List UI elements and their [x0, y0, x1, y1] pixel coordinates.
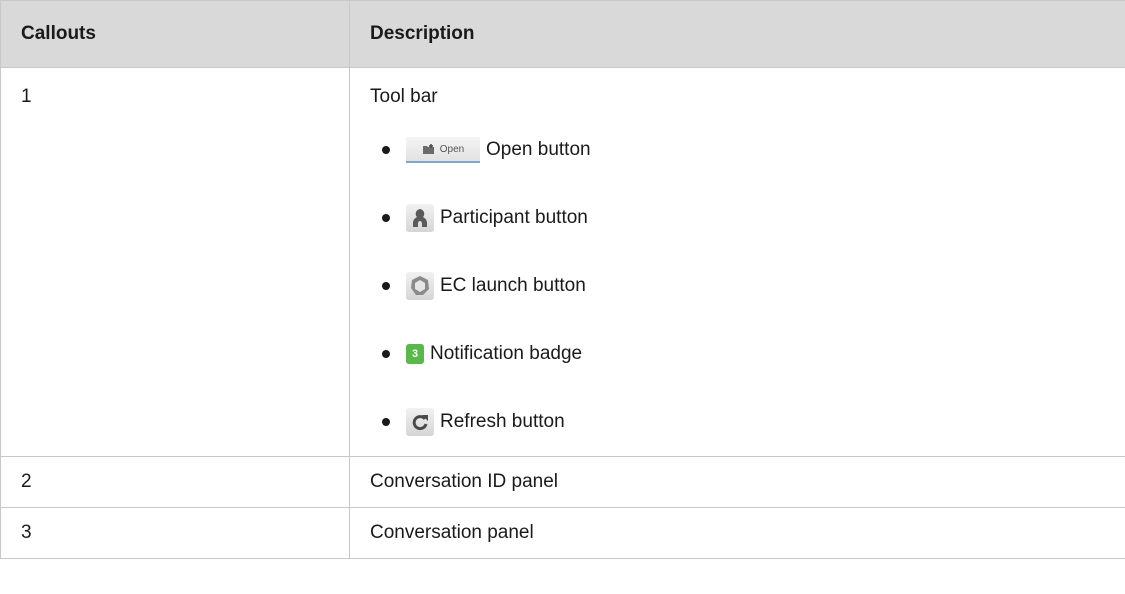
column-header-callouts: Callouts: [0, 0, 350, 68]
table-row: 3 Conversation panel: [0, 507, 1125, 559]
column-header-description: Description: [349, 0, 1125, 68]
open-button-icon-text: Open: [439, 143, 465, 155]
item-label: Notification badge: [430, 343, 583, 364]
bullet-icon: [382, 214, 390, 222]
toolbar-items-list: Open Open button Participant button EC l…: [370, 132, 1125, 440]
callout-number: 2: [0, 456, 350, 508]
table-row: 1 Tool bar Open Open button Participant …: [0, 67, 1125, 457]
bullet-icon: [382, 418, 390, 426]
refresh-icon: [406, 408, 434, 436]
list-item: Refresh button: [370, 404, 1125, 440]
list-item: Open Open button: [370, 132, 1125, 168]
list-item: EC launch button: [370, 268, 1125, 304]
description-cell: Tool bar Open Open button Participant bu…: [349, 67, 1125, 457]
description-text: Tool bar: [370, 86, 438, 107]
item-label: Refresh button: [440, 411, 565, 432]
participant-icon: [406, 204, 434, 232]
notification-badge-icon: 3: [406, 344, 424, 364]
description-text: Conversation ID panel: [349, 456, 1125, 508]
bullet-icon: [382, 282, 390, 290]
table-header-row: Callouts Description: [0, 0, 1125, 68]
bullet-icon: [382, 146, 390, 154]
item-label: Open button: [486, 139, 591, 160]
list-item: Participant button: [370, 200, 1125, 236]
open-button-icon: Open: [406, 137, 480, 163]
callout-number: 3: [0, 507, 350, 559]
bullet-icon: [382, 350, 390, 358]
item-label: EC launch button: [440, 275, 586, 296]
ec-launch-icon: [406, 272, 434, 300]
description-text: Conversation panel: [349, 507, 1125, 559]
item-label: Participant button: [440, 207, 588, 228]
callouts-table: Callouts Description 1 Tool bar Open Ope…: [0, 0, 1125, 559]
list-item: 3 Notification badge: [370, 336, 1125, 372]
callout-number: 1: [0, 67, 350, 457]
table-row: 2 Conversation ID panel: [0, 456, 1125, 508]
